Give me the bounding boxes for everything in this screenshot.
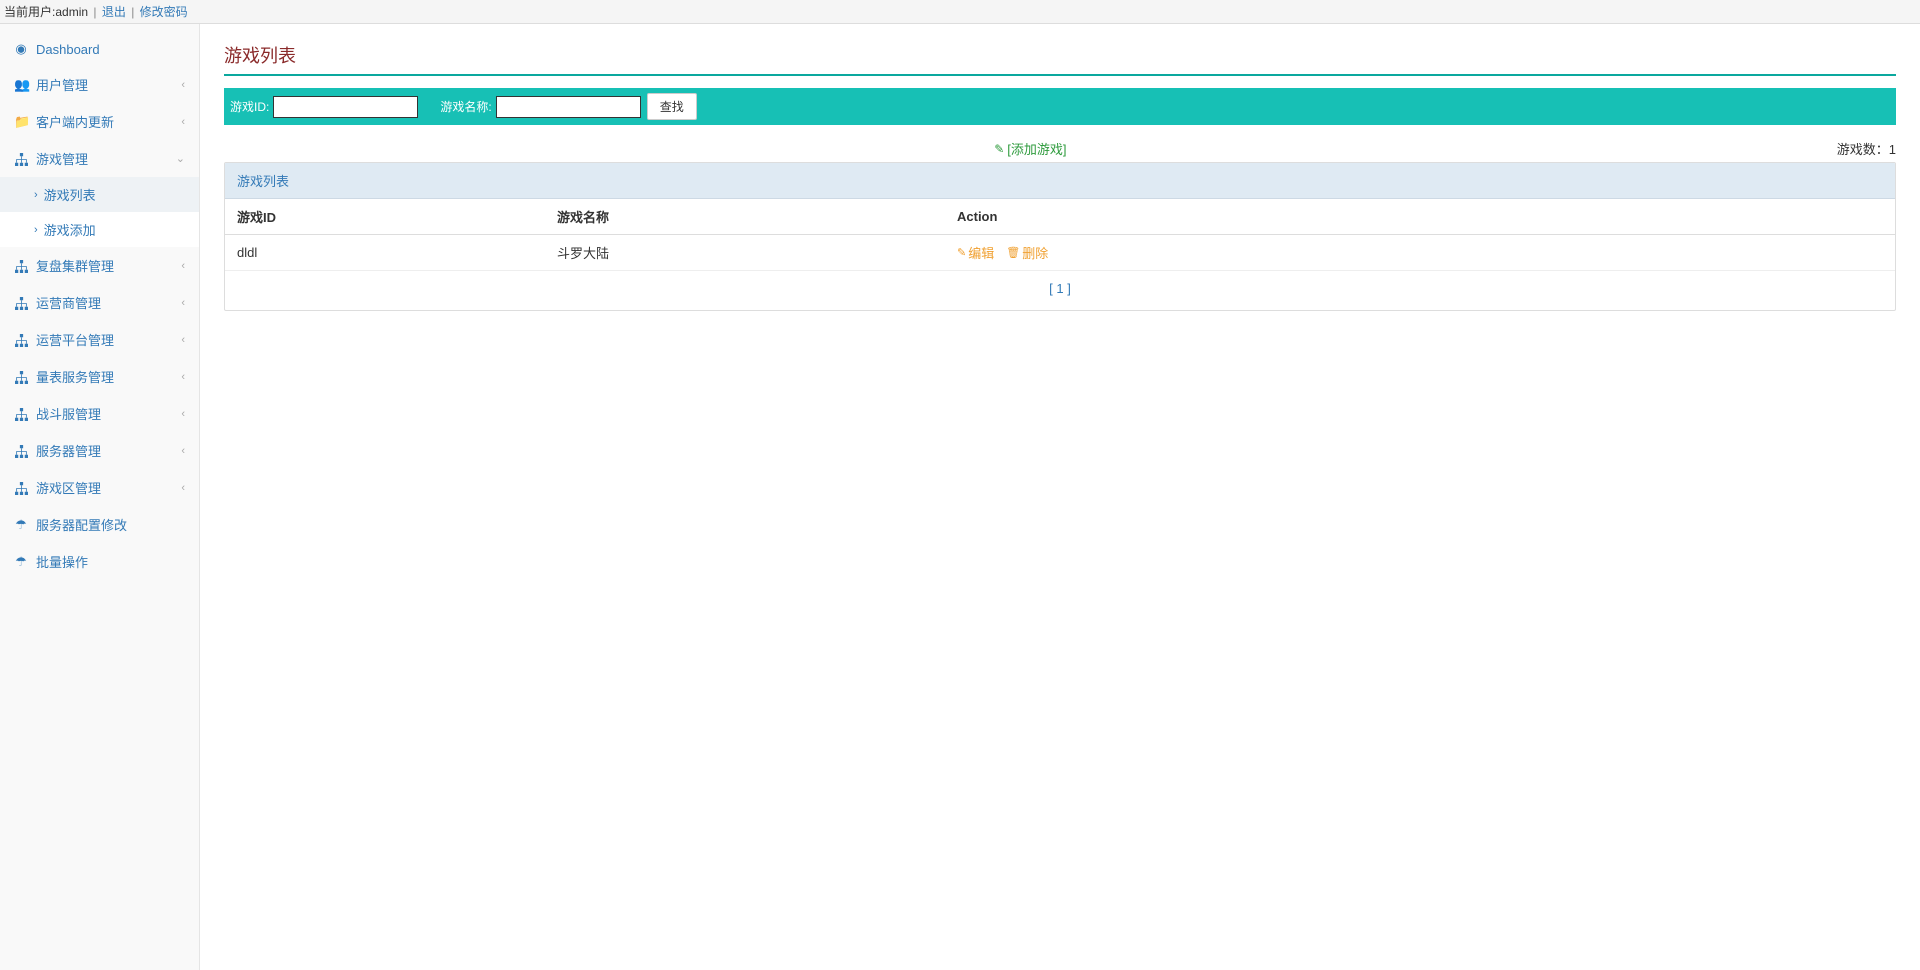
game-id-input[interactable] <box>273 96 418 118</box>
sidebar-item-label: 批量操作 <box>36 552 88 571</box>
table-row: dldl斗罗大陆 ✎编辑 🗑删除 <box>225 235 1895 271</box>
sidebar-item-7[interactable]: 量表服务管理 ‹ <box>0 358 199 395</box>
chevron-left-icon: ‹ <box>181 445 185 457</box>
sidebar-subitem-3-1[interactable]: › 游戏添加 <box>0 212 199 247</box>
chevron-right-icon: › <box>34 224 38 236</box>
separator: | <box>93 5 96 19</box>
add-game-label: [添加游戏] <box>1007 139 1066 158</box>
col-game-name: 游戏名称 <box>545 199 945 235</box>
sidebar-item-3[interactable]: 游戏管理 ⌄ <box>0 140 199 177</box>
chevron-right-icon: › <box>34 189 38 201</box>
chevron-left-icon: ‹ <box>181 334 185 346</box>
change-password-link[interactable]: 修改密码 <box>140 5 188 19</box>
sitemap-icon <box>14 369 28 384</box>
sitemap-icon <box>14 406 28 421</box>
sidebar-item-label: 游戏管理 <box>36 149 88 168</box>
separator: | <box>131 5 134 19</box>
game-count: 游戏数：1 <box>1837 139 1896 158</box>
sidebar-item-label: 量表服务管理 <box>36 367 114 386</box>
sidebar-item-label: 运营平台管理 <box>36 330 114 349</box>
page-title: 游戏列表 <box>224 42 1896 76</box>
edit-icon: ✎ <box>994 142 1004 156</box>
col-action: Action <box>945 199 1895 235</box>
cell-action: ✎编辑 🗑删除 <box>945 235 1895 271</box>
sidebar-item-label: 用户管理 <box>36 75 88 94</box>
sitemap-icon <box>14 443 28 458</box>
sidebar-item-12[interactable]: ☂ 批量操作 <box>0 543 199 580</box>
chevron-down-icon: ⌄ <box>176 152 185 165</box>
chevron-left-icon: ‹ <box>181 482 185 494</box>
game-name-input[interactable] <box>496 96 641 118</box>
edit-link[interactable]: ✎编辑 <box>957 243 994 262</box>
sidebar-item-10[interactable]: 游戏区管理 ‹ <box>0 469 199 506</box>
chevron-left-icon: ‹ <box>181 371 185 383</box>
sidebar-item-1[interactable]: 👥 用户管理 ‹ <box>0 66 199 103</box>
sidebar-subitem-3-0[interactable]: › 游戏列表 <box>0 177 199 212</box>
sidebar-subitem-label: 游戏列表 <box>44 185 96 204</box>
umbrella-icon: ☂ <box>14 517 28 533</box>
sidebar-item-9[interactable]: 服务器管理 ‹ <box>0 432 199 469</box>
chevron-left-icon: ‹ <box>181 116 185 128</box>
current-user-label: 当前用户: <box>4 5 55 19</box>
sidebar-item-5[interactable]: 运营商管理 ‹ <box>0 284 199 321</box>
cell-game-name: 斗罗大陆 <box>545 235 945 271</box>
topbar: 当前用户:admin | 退出 | 修改密码 <box>0 0 1920 24</box>
sidebar-item-label: 服务器管理 <box>36 441 101 460</box>
col-game-id: 游戏ID <box>225 199 545 235</box>
pager: [ 1 ] <box>225 271 1895 310</box>
sidebar-item-6[interactable]: 运营平台管理 ‹ <box>0 321 199 358</box>
sidebar-item-label: 战斗服管理 <box>36 404 101 423</box>
sidebar-item-2[interactable]: 📁 客户端内更新 ‹ <box>0 103 199 140</box>
add-game-link[interactable]: ✎ [添加游戏] <box>994 139 1066 158</box>
chevron-left-icon: ‹ <box>181 408 185 420</box>
sidebar-item-0[interactable]: ◉ Dashboard <box>0 32 199 66</box>
game-name-label: 游戏名称: <box>440 98 491 115</box>
page-1-link[interactable]: [ 1 ] <box>1049 281 1071 296</box>
sitemap-icon <box>14 151 28 166</box>
logout-link[interactable]: 退出 <box>102 5 126 19</box>
umbrella-icon: ☂ <box>14 554 28 570</box>
panel-title: 游戏列表 <box>225 163 1895 199</box>
sitemap-icon <box>14 332 28 347</box>
sidebar-item-label: 客户端内更新 <box>36 112 114 131</box>
chevron-left-icon: ‹ <box>181 297 185 309</box>
folder-icon: 📁 <box>14 114 28 130</box>
current-user-name: admin <box>55 5 88 19</box>
sidebar-item-label: 服务器配置修改 <box>36 515 127 534</box>
sidebar-item-4[interactable]: 复盘集群管理 ‹ <box>0 247 199 284</box>
dashboard-icon: ◉ <box>14 41 28 57</box>
edit-icon: ✎ <box>957 246 966 259</box>
sidebar-item-label: Dashboard <box>36 42 100 57</box>
chevron-left-icon: ‹ <box>181 260 185 272</box>
sidebar-item-11[interactable]: ☂ 服务器配置修改 <box>0 506 199 543</box>
sidebar-subitem-label: 游戏添加 <box>44 220 96 239</box>
trash-icon: 🗑 <box>1006 246 1020 259</box>
game-list-panel: 游戏列表 游戏ID 游戏名称 Action dldl斗罗大陆 ✎编辑 🗑删除 [ 1… <box>224 162 1896 311</box>
cell-game-id: dldl <box>225 235 545 271</box>
users-icon: 👥 <box>14 77 28 93</box>
sidebar-item-label: 游戏区管理 <box>36 478 101 497</box>
sitemap-icon <box>14 480 28 495</box>
search-button[interactable]: 查找 <box>647 93 697 120</box>
chevron-left-icon: ‹ <box>181 79 185 91</box>
game-table: 游戏ID 游戏名称 Action dldl斗罗大陆 ✎编辑 🗑删除 <box>225 199 1895 271</box>
search-bar: 游戏ID: 游戏名称: 查找 <box>224 88 1896 125</box>
sitemap-icon <box>14 295 28 310</box>
sidebar-item-label: 运营商管理 <box>36 293 101 312</box>
main-content: 游戏列表 游戏ID: 游戏名称: 查找 ✎ [添加游戏] 游戏数：1 游戏列表 <box>200 24 1920 970</box>
game-id-label: 游戏ID: <box>230 98 269 115</box>
sidebar-item-label: 复盘集群管理 <box>36 256 114 275</box>
delete-link[interactable]: 🗑删除 <box>1006 243 1048 262</box>
sitemap-icon <box>14 258 28 273</box>
sidebar: ◉ Dashboard 👥 用户管理 ‹ 📁 客户端内更新 ‹ 游戏管理 ⌄ › 游戏列表 › 游戏添加复… <box>0 24 200 970</box>
sidebar-item-8[interactable]: 战斗服管理 ‹ <box>0 395 199 432</box>
